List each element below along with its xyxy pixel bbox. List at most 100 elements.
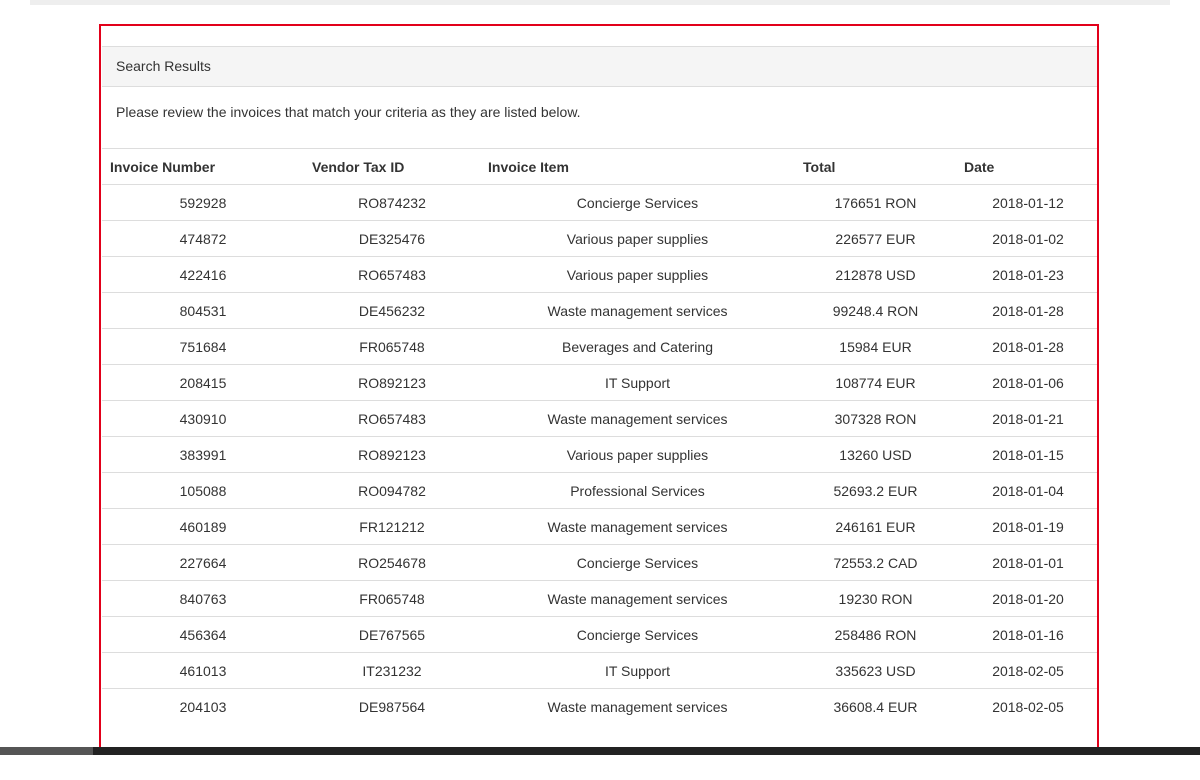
cell-total: 212878 USD [795,256,956,293]
cell-invoice-number: 456364 [102,616,304,653]
cell-total: 99248.4 RON [795,292,956,329]
column-header-total: Total [795,148,956,185]
panel-heading: Search Results [102,46,1097,87]
cell-invoice-number: 430910 [102,400,304,437]
cell-invoice-item: Waste management services [480,400,795,437]
top-divider [30,0,1170,5]
cell-invoice-number: 461013 [102,652,304,689]
cell-invoice-number: 592928 [102,184,304,221]
cell-invoice-item: Concierge Services [480,544,795,581]
cell-invoice-number: 840763 [102,580,304,617]
cell-invoice-item: Various paper supplies [480,220,795,257]
cell-date: 2018-02-05 [956,688,1097,725]
cell-total: 246161 EUR [795,508,956,545]
cell-invoice-number: 204103 [102,688,304,725]
cell-invoice-number: 383991 [102,436,304,473]
cell-vendor-tax-id: RO874232 [304,184,480,221]
cell-total: 307328 RON [795,400,956,437]
cell-vendor-tax-id: DE767565 [304,616,480,653]
cell-vendor-tax-id: RO254678 [304,544,480,581]
cell-invoice-item: IT Support [480,652,795,689]
cell-invoice-number: 105088 [102,472,304,509]
cell-vendor-tax-id: FR121212 [304,508,480,545]
cell-invoice-item: Concierge Services [480,616,795,653]
cell-vendor-tax-id: DE987564 [304,688,480,725]
cell-total: 258486 RON [795,616,956,653]
cell-vendor-tax-id: RO657483 [304,256,480,293]
cell-vendor-tax-id: RO094782 [304,472,480,509]
table-row: 474872 DE325476 Various paper supplies 2265… [102,220,1097,257]
cell-invoice-item: Waste management services [480,580,795,617]
cell-date: 2018-01-04 [956,472,1097,509]
cell-date: 2018-01-19 [956,508,1097,545]
cell-date: 2018-01-15 [956,436,1097,473]
cell-date: 2018-01-06 [956,364,1097,401]
invoice-results-table: Invoice Number Vendor Tax ID Invoice Ite… [102,148,1097,725]
cell-invoice-number: 751684 [102,328,304,365]
cell-total: 13260 USD [795,436,956,473]
cell-vendor-tax-id: RO657483 [304,400,480,437]
cell-date: 2018-01-01 [956,544,1097,581]
panel-intro-text: Please review the invoices that match yo… [116,104,581,120]
table-row: 204103 DE987564 Waste management services 3… [102,688,1097,725]
cell-total: 52693.2 EUR [795,472,956,509]
cell-invoice-item: Waste management services [480,292,795,329]
cell-date: 2018-01-28 [956,292,1097,329]
cell-date: 2018-01-21 [956,400,1097,437]
table-row: 208415 RO892123 IT Support 108774 EUR 2018-0… [102,364,1097,401]
cell-invoice-item: Concierge Services [480,184,795,221]
cell-vendor-tax-id: RO892123 [304,364,480,401]
cell-invoice-item: Various paper supplies [480,436,795,473]
bottom-bar [0,747,1200,755]
table-row: 227664 RO254678 Concierge Services 72553.2 … [102,544,1097,581]
cell-invoice-number: 804531 [102,292,304,329]
table-body: 592928 RO874232 Concierge Services 176651 R… [102,184,1097,725]
cell-total: 36608.4 EUR [795,688,956,725]
cell-total: 108774 EUR [795,364,956,401]
cell-vendor-tax-id: DE456232 [304,292,480,329]
cell-invoice-item: Waste management services [480,688,795,725]
cell-invoice-item: Beverages and Catering [480,328,795,365]
cell-invoice-number: 460189 [102,508,304,545]
cell-date: 2018-01-28 [956,328,1097,365]
cell-date: 2018-01-20 [956,580,1097,617]
cell-invoice-item: Various paper supplies [480,256,795,293]
table-row: 456364 DE767565 Concierge Services 258486 R… [102,616,1097,653]
table-row: 840763 FR065748 Waste management services 1… [102,580,1097,617]
cell-date: 2018-01-16 [956,616,1097,653]
table-row: 383991 RO892123 Various paper supplies 1326… [102,436,1097,473]
cell-total: 15984 EUR [795,328,956,365]
table-row: 804531 DE456232 Waste management services 9… [102,292,1097,329]
cell-vendor-tax-id: IT231232 [304,652,480,689]
cell-invoice-number: 227664 [102,544,304,581]
column-header-vendor-tax-id: Vendor Tax ID [304,148,480,185]
cell-invoice-item: Waste management services [480,508,795,545]
cell-invoice-item: Professional Services [480,472,795,509]
search-results-panel: Search Results Please review the invoice… [99,24,1099,752]
cell-date: 2018-02-05 [956,652,1097,689]
cell-vendor-tax-id: FR065748 [304,328,480,365]
cell-total: 72553.2 CAD [795,544,956,581]
cell-invoice-number: 422416 [102,256,304,293]
cell-date: 2018-01-02 [956,220,1097,257]
column-header-date: Date [956,148,1097,185]
cell-date: 2018-01-12 [956,184,1097,221]
cell-invoice-number: 208415 [102,364,304,401]
table-row: 460189 FR121212 Waste management services 2… [102,508,1097,545]
table-row: 461013 IT231232 IT Support 335623 USD 2018-0… [102,652,1097,689]
cell-vendor-tax-id: RO892123 [304,436,480,473]
cell-date: 2018-01-23 [956,256,1097,293]
table-row: 105088 RO094782 Professional Services 52693… [102,472,1097,509]
table-row: 430910 RO657483 Waste management services 3… [102,400,1097,437]
cell-vendor-tax-id: DE325476 [304,220,480,257]
cell-invoice-number: 474872 [102,220,304,257]
column-header-invoice-number: Invoice Number [102,148,304,185]
bottom-bar-segment [0,747,93,755]
cell-total: 226577 EUR [795,220,956,257]
table-row: 592928 RO874232 Concierge Services 176651 R… [102,184,1097,221]
cell-total: 176651 RON [795,184,956,221]
cell-total: 335623 USD [795,652,956,689]
cell-vendor-tax-id: FR065748 [304,580,480,617]
column-header-invoice-item: Invoice Item [480,148,795,185]
cell-total: 19230 RON [795,580,956,617]
